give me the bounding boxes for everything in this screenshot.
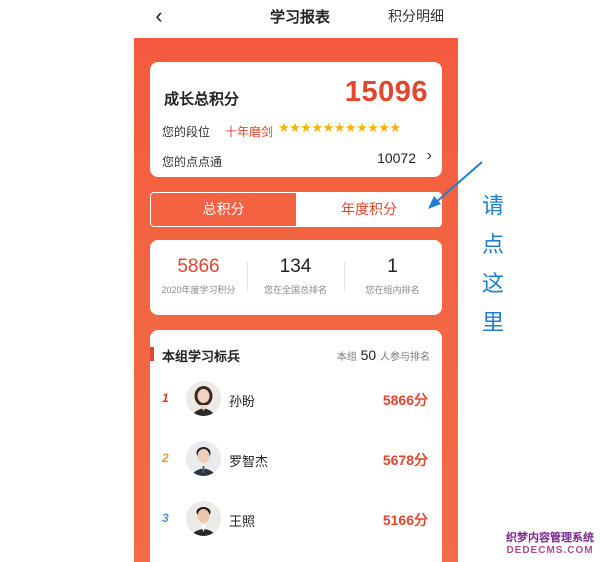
member-name: 罗智杰 <box>229 454 269 469</box>
leaderboard-row[interactable]: 1 孙盼 5866分 <box>150 377 442 427</box>
top-navigation-bar: ‹ 学习报表 积分明细 <box>0 0 600 36</box>
member-name: 孙盼 <box>229 394 256 409</box>
annotation-char: 请 <box>481 193 504 218</box>
annotation-char: 点 <box>481 232 504 257</box>
watermark-line-1: 织梦内容管理系统 <box>506 532 594 544</box>
member-score: 5166分 <box>382 512 428 528</box>
stat-label: 您在组内排名 <box>365 285 420 295</box>
leaderboard-title: 本组学习标兵 <box>162 349 241 364</box>
avatar <box>186 441 221 476</box>
rank-label: 您的段位 <box>162 125 211 139</box>
member-score: 5678分 <box>382 452 428 468</box>
watermark-line-2: DEDECMS.COM <box>506 545 594 556</box>
group-leaderboard-card: 本组学习标兵 本组 50 人参与排名 1 孙盼 5866分 2 罗智杰 5678… <box>150 330 442 562</box>
growth-score-card: 成长总积分 15096 您的段位 十年磨剑 ★★★★★★★★★★★ 您的点点通 … <box>150 62 442 177</box>
count-prefix: 本组 <box>336 352 357 363</box>
rank-number: 1 <box>162 391 169 405</box>
count-suffix: 人参与排名 <box>380 352 430 363</box>
rank-title: 十年磨剑 <box>225 125 274 139</box>
leaderboard-row[interactable]: 3 王照 5166分 <box>150 497 442 547</box>
stat-value: 134 <box>279 256 312 277</box>
tab-total-score[interactable]: 总积分 <box>151 193 296 226</box>
growth-score-label: 成长总积分 <box>164 91 240 108</box>
stat-value: 1 <box>387 256 398 277</box>
leaderboard-row[interactable]: 2 罗智杰 5678分 <box>150 437 442 487</box>
annotation-char: 里 <box>481 310 504 335</box>
stat-national-rank: 134 您在全国总排名 <box>247 240 344 296</box>
annotation-char: 这 <box>481 271 504 296</box>
watermark: 织梦内容管理系统 DEDECMS.COM <box>506 529 594 556</box>
points-value[interactable]: 10072 <box>377 150 416 166</box>
count-value: 50 <box>360 347 377 363</box>
avatar <box>186 501 221 536</box>
stat-value: 5866 <box>177 256 220 277</box>
member-score: 5866分 <box>382 392 428 408</box>
stat-annual-points: 5866 2020年度学习积分 <box>150 240 247 296</box>
avatar <box>186 381 221 416</box>
growth-score-value: 15096 <box>344 76 428 108</box>
page-title: 学习报表 <box>269 9 330 26</box>
rank-number: 3 <box>162 511 169 525</box>
member-name: 王照 <box>229 514 256 529</box>
stat-label: 2020年度学习积分 <box>161 285 236 295</box>
annotation-text: 请 点 这 里 <box>480 186 506 342</box>
points-detail-link[interactable]: 积分明细 <box>388 6 444 26</box>
points-label: 您的点点通 <box>162 155 223 169</box>
stat-label: 您在全国总排名 <box>263 285 327 295</box>
rank-stars-icon: ★★★★★★★★★★★ <box>278 120 401 135</box>
score-tabs: 总积分 年度积分 <box>150 192 442 227</box>
section-marker <box>150 347 154 361</box>
participant-count: 本组 50 人参与排名 <box>337 347 430 363</box>
stat-group-rank: 1 您在组内排名 <box>344 240 441 296</box>
rank-number: 2 <box>162 451 169 465</box>
annual-stats-card: 5866 2020年度学习积分 134 您在全国总排名 1 您在组内排名 <box>150 240 442 315</box>
